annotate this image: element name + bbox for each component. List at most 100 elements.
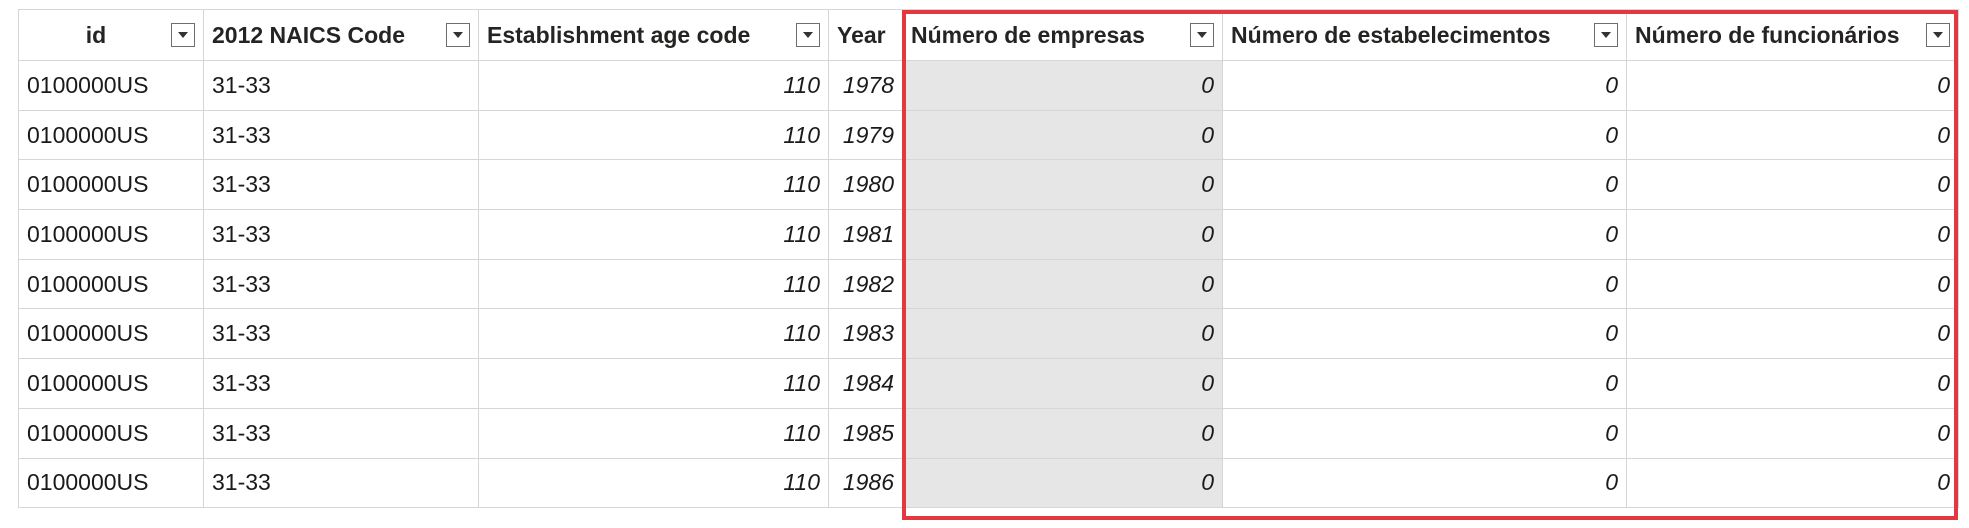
column-header-label: Número de empresas <box>911 21 1145 48</box>
column-filter-dropdown[interactable] <box>171 23 195 47</box>
cell-estabelecimentos[interactable]: 0 <box>1222 457 1627 509</box>
cell-estabelecimentos[interactable]: 0 <box>1222 209 1627 260</box>
cell-empresas[interactable]: 0 <box>902 109 1223 161</box>
cell-naics[interactable]: 31-33 <box>203 209 479 260</box>
column-header-label: Número de funcionários <box>1635 21 1900 48</box>
cell-year[interactable]: 1986 <box>828 457 903 509</box>
column-header-label: 2012 NAICS Code <box>212 21 406 48</box>
cell-naics[interactable]: 31-33 <box>203 407 479 459</box>
chevron-down-icon <box>1933 32 1943 38</box>
cell-id[interactable]: 0100000US <box>18 258 204 310</box>
cell-year[interactable]: 1984 <box>828 358 903 409</box>
cell-id[interactable]: 0100000US <box>18 60 204 111</box>
cell-naics[interactable]: 31-33 <box>203 109 479 161</box>
cell-estabelecimentos[interactable]: 0 <box>1222 109 1627 161</box>
cell-funcionarios[interactable]: 0 <box>1626 407 1959 459</box>
cell-estabelecimentos[interactable]: 0 <box>1222 308 1627 360</box>
cell-id[interactable]: 0100000US <box>18 358 204 409</box>
table-row[interactable]: 0100000US 31-33 110 1983 0 0 0 <box>18 308 1959 360</box>
cell-empresas[interactable]: 0 <box>902 407 1223 459</box>
cell-id[interactable]: 0100000US <box>18 457 204 509</box>
column-header-naics[interactable]: 2012 NAICS Code <box>203 9 479 61</box>
cell-year[interactable]: 1985 <box>828 407 903 459</box>
column-filter-dropdown[interactable] <box>1594 23 1618 47</box>
table-row[interactable]: 0100000US 31-33 110 1978 0 0 0 <box>18 60 1959 111</box>
column-header-label: id <box>85 21 107 48</box>
cell-funcionarios[interactable]: 0 <box>1626 159 1959 211</box>
column-filter-dropdown[interactable] <box>1926 23 1950 47</box>
cell-funcionarios[interactable]: 0 <box>1626 209 1959 260</box>
table-row[interactable]: 0100000US 31-33 110 1986 0 0 0 <box>18 457 1959 509</box>
cell-estabelecimentos[interactable]: 0 <box>1222 407 1627 459</box>
table-row[interactable]: 0100000US 31-33 110 1984 0 0 0 <box>18 358 1959 409</box>
column-header-label: Número de estabelecimentos <box>1231 21 1551 48</box>
cell-empresas[interactable]: 0 <box>902 159 1223 211</box>
cell-estabelecimentos[interactable]: 0 <box>1222 60 1627 111</box>
cell-naics[interactable]: 31-33 <box>203 358 479 409</box>
column-header-label: Establishment age code <box>487 21 751 48</box>
cell-empresas[interactable]: 0 <box>902 308 1223 360</box>
cell-id[interactable]: 0100000US <box>18 407 204 459</box>
cell-age[interactable]: 110 <box>478 60 829 111</box>
cell-naics[interactable]: 31-33 <box>203 258 479 310</box>
cell-year[interactable]: 1980 <box>828 159 903 211</box>
cell-funcionarios[interactable]: 0 <box>1626 457 1959 509</box>
column-filter-dropdown[interactable] <box>446 23 470 47</box>
cell-estabelecimentos[interactable]: 0 <box>1222 258 1627 310</box>
header-row: id 2012 NAICS Code Establishment age cod… <box>18 9 1959 61</box>
cell-age[interactable]: 110 <box>478 159 829 211</box>
column-header-label: Year <box>837 21 886 48</box>
chevron-down-icon <box>453 32 463 38</box>
cell-empresas[interactable]: 0 <box>902 60 1223 111</box>
cell-funcionarios[interactable]: 0 <box>1626 60 1959 111</box>
cell-age[interactable]: 110 <box>478 308 829 360</box>
cell-year[interactable]: 1983 <box>828 308 903 360</box>
cell-id[interactable]: 0100000US <box>18 209 204 260</box>
cell-empresas[interactable]: 0 <box>902 209 1223 260</box>
chevron-down-icon <box>1197 32 1207 38</box>
cell-age[interactable]: 110 <box>478 358 829 409</box>
cell-year[interactable]: 1981 <box>828 209 903 260</box>
cell-year[interactable]: 1978 <box>828 60 903 111</box>
cell-empresas[interactable]: 0 <box>902 258 1223 310</box>
cell-estabelecimentos[interactable]: 0 <box>1222 159 1627 211</box>
cell-estabelecimentos[interactable]: 0 <box>1222 358 1627 409</box>
cell-empresas[interactable]: 0 <box>902 457 1223 509</box>
cell-empresas[interactable]: 0 <box>902 358 1223 409</box>
cell-age[interactable]: 110 <box>478 407 829 459</box>
chevron-down-icon <box>1601 32 1611 38</box>
cell-age[interactable]: 110 <box>478 109 829 161</box>
table-row[interactable]: 0100000US 31-33 110 1981 0 0 0 <box>18 209 1959 260</box>
cell-funcionarios[interactable]: 0 <box>1626 109 1959 161</box>
data-grid: id 2012 NAICS Code Establishment age cod… <box>18 9 1959 509</box>
cell-age[interactable]: 110 <box>478 258 829 310</box>
column-header-age[interactable]: Establishment age code <box>478 9 829 61</box>
chevron-down-icon <box>803 32 813 38</box>
cell-funcionarios[interactable]: 0 <box>1626 258 1959 310</box>
table-row[interactable]: 0100000US 31-33 110 1980 0 0 0 <box>18 159 1959 211</box>
cell-id[interactable]: 0100000US <box>18 159 204 211</box>
column-filter-dropdown[interactable] <box>796 23 820 47</box>
column-header-id[interactable]: id <box>18 9 204 61</box>
cell-naics[interactable]: 31-33 <box>203 457 479 509</box>
cell-year[interactable]: 1982 <box>828 258 903 310</box>
column-header-empresas[interactable]: Número de empresas <box>902 9 1223 61</box>
cell-naics[interactable]: 31-33 <box>203 159 479 211</box>
column-header-year[interactable]: Year <box>828 9 903 61</box>
table-row[interactable]: 0100000US 31-33 110 1982 0 0 0 <box>18 258 1959 310</box>
chevron-down-icon <box>178 32 188 38</box>
cell-id[interactable]: 0100000US <box>18 109 204 161</box>
column-header-estabelecimentos[interactable]: Número de estabelecimentos <box>1222 9 1627 61</box>
cell-funcionarios[interactable]: 0 <box>1626 358 1959 409</box>
cell-naics[interactable]: 31-33 <box>203 60 479 111</box>
cell-funcionarios[interactable]: 0 <box>1626 308 1959 360</box>
cell-year[interactable]: 1979 <box>828 109 903 161</box>
cell-id[interactable]: 0100000US <box>18 308 204 360</box>
column-header-funcionarios[interactable]: Número de funcionários <box>1626 9 1959 61</box>
table-row[interactable]: 0100000US 31-33 110 1985 0 0 0 <box>18 407 1959 459</box>
cell-age[interactable]: 110 <box>478 457 829 509</box>
column-filter-dropdown[interactable] <box>1190 23 1214 47</box>
cell-age[interactable]: 110 <box>478 209 829 260</box>
cell-naics[interactable]: 31-33 <box>203 308 479 360</box>
table-row[interactable]: 0100000US 31-33 110 1979 0 0 0 <box>18 109 1959 161</box>
